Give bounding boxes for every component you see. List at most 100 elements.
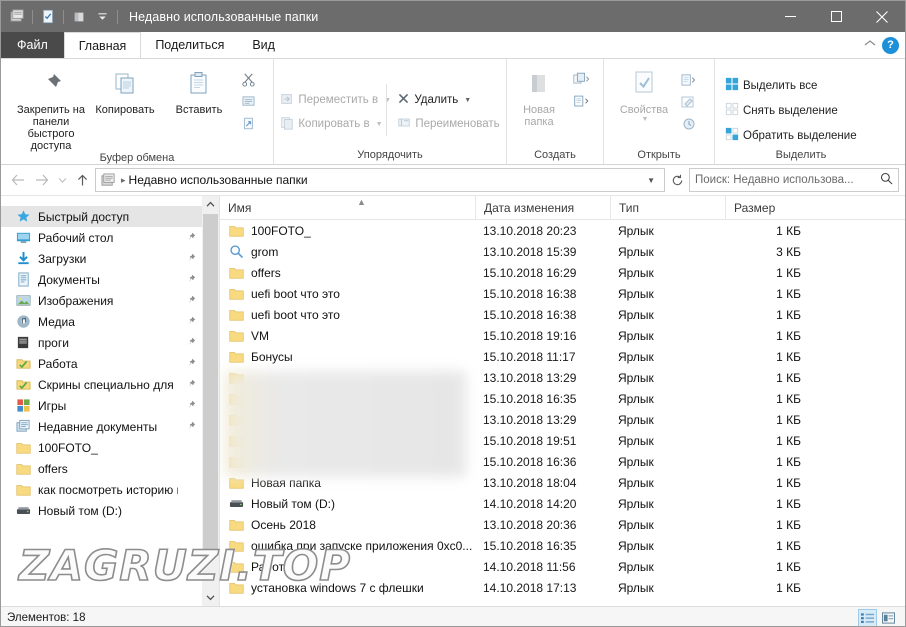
back-button[interactable] [7, 169, 29, 191]
select-none-button[interactable]: Снять выделение [721, 98, 881, 123]
table-row[interactable]: VM 15.10.2018 19:16 Ярлык 1 КБ [220, 325, 905, 346]
pin-icon[interactable] [185, 295, 196, 306]
minimize-icon[interactable] [767, 1, 813, 32]
move-to-button[interactable]: Переместить в ▼ [276, 88, 391, 112]
sidebar-item-10[interactable]: Недавние документы [1, 416, 202, 437]
help-button[interactable]: ? [882, 36, 899, 54]
chevron-down-icon[interactable]: ▼ [376, 121, 383, 128]
sidebar-item-label: Новый том (D:) [38, 503, 122, 518]
pin-icon[interactable] [185, 316, 196, 327]
easy-access-icon[interactable] [565, 91, 597, 112]
maximize-icon[interactable] [813, 1, 859, 32]
column-header-size[interactable]: Размер [725, 196, 815, 219]
sidebar-item-14[interactable]: Новый том (D:) [1, 500, 202, 521]
table-row[interactable]: установка windows 7 с флешки 14.10.2018 1… [220, 577, 905, 598]
sidebar-item-12[interactable]: offers [1, 458, 202, 479]
copy-to-button[interactable]: Копировать в ▼ [276, 112, 386, 136]
forward-button[interactable] [31, 169, 53, 191]
copy-button[interactable]: Копировать [88, 63, 162, 116]
up-button[interactable] [71, 169, 93, 191]
table-row[interactable]: Работа 14.10.2018 11:56 Ярлык 1 КБ [220, 556, 905, 577]
edit-icon[interactable] [673, 91, 703, 112]
invert-selection-button[interactable]: Обратить выделение [721, 123, 881, 148]
breadcrumb-path[interactable]: Недавно использованные папки [129, 173, 641, 187]
chevron-up-icon[interactable] [864, 38, 876, 52]
properties-icon [631, 67, 657, 101]
paste-shortcut-icon[interactable] [236, 113, 260, 134]
table-row[interactable]: uefi boot что это 15.10.2018 16:38 Ярлык 1 … [220, 304, 905, 325]
new-item-icon[interactable] [565, 69, 597, 90]
pin-icon[interactable] [185, 253, 196, 264]
sidebar-item-9[interactable]: Игры [1, 395, 202, 416]
table-row[interactable]: uefi boot что это 15.10.2018 16:38 Ярлык 1 … [220, 283, 905, 304]
column-header-type[interactable]: Тип [610, 196, 725, 219]
sidebar-item-6[interactable]: проги [1, 332, 202, 353]
table-row[interactable]: 100FOTO_ 13.10.2018 20:23 Ярлык 1 КБ [220, 220, 905, 241]
search-box[interactable]: Поиск: Недавно использова... [689, 168, 899, 192]
table-row[interactable]: Новый том (D:) 14.10.2018 14:20 Ярлык 1 КБ [220, 493, 905, 514]
pin-icon[interactable] [185, 400, 196, 411]
folder-icon [15, 440, 31, 456]
explorer-icon[interactable] [6, 7, 28, 27]
sidebar-item-5[interactable]: Медиа [1, 311, 202, 332]
new-folder-button[interactable]: Новая папка [513, 63, 565, 128]
table-row[interactable]: Бонусы 15.10.2018 11:17 Ярлык 1 КБ [220, 346, 905, 367]
cut-icon[interactable] [236, 69, 260, 90]
pin-to-quick-access-button[interactable]: Закрепить на панели быстрого доступа [14, 63, 88, 152]
pin-icon[interactable] [185, 421, 196, 432]
table-row[interactable]: Осень 2018 13.10.2018 20:36 Ярлык 1 КБ [220, 514, 905, 535]
select-all-button[interactable]: Выделить все [721, 73, 881, 98]
pin-icon[interactable] [185, 379, 196, 390]
customize-qat-icon[interactable] [91, 7, 113, 27]
sidebar-item-4[interactable]: Изображения [1, 290, 202, 311]
delete-button[interactable]: Удалить ▼ [393, 88, 503, 112]
scrollbar-thumb[interactable] [203, 214, 218, 554]
close-icon[interactable] [859, 1, 905, 32]
sidebar-item-label: offers [38, 461, 68, 476]
new-folder-icon[interactable] [68, 7, 90, 27]
navigation-scrollbar[interactable] [202, 196, 219, 606]
pin-icon[interactable] [185, 274, 196, 285]
copy-path-icon[interactable] [236, 91, 260, 112]
search-input[interactable]: Поиск: Недавно использова... [695, 174, 880, 186]
scroll-down-icon[interactable] [202, 589, 219, 606]
sidebar-item-0[interactable]: Быстрый доступ [1, 206, 202, 227]
properties-button[interactable]: Свойства ▼ [615, 63, 673, 123]
table-row[interactable]: grom 13.10.2018 15:39 Ярлык 3 КБ [220, 241, 905, 262]
sidebar-item-7[interactable]: Работа [1, 353, 202, 374]
details-view-icon[interactable] [858, 609, 877, 626]
table-row[interactable]: ошибка при запуске приложения 0xc0... 15.… [220, 535, 905, 556]
pin-icon[interactable] [185, 358, 196, 369]
sidebar-item-label: проги [38, 335, 69, 350]
pin-icon[interactable] [185, 337, 196, 348]
tab-file[interactable]: Файл [1, 32, 64, 58]
sidebar-item-2[interactable]: Загрузки [1, 248, 202, 269]
search-icon[interactable] [880, 172, 893, 188]
sidebar-item-13[interactable]: как посмотреть историю на [1, 479, 202, 500]
table-row[interactable]: offers 15.10.2018 16:29 Ярлык 1 КБ [220, 262, 905, 283]
open-icon[interactable] [673, 69, 703, 90]
properties-icon[interactable] [37, 7, 59, 27]
sidebar-item-11[interactable]: 100FOTO_ [1, 437, 202, 458]
tiles-view-icon[interactable] [880, 610, 897, 626]
scroll-up-icon[interactable] [202, 196, 219, 213]
sidebar-item-1[interactable]: Рабочий стол [1, 227, 202, 248]
rename-button[interactable]: Переименовать [393, 112, 503, 136]
tab-home[interactable]: Главная [63, 32, 142, 58]
pin-icon[interactable] [185, 232, 196, 243]
address-input[interactable]: ▸ Недавно использованные папки ▼ [95, 168, 665, 192]
refresh-button[interactable] [667, 174, 687, 187]
recent-locations-button[interactable] [55, 169, 69, 191]
chevron-down-icon[interactable]: ▼ [642, 116, 649, 123]
paste-button[interactable]: Вставить [162, 63, 236, 116]
sidebar-item-3[interactable]: Документы [1, 269, 202, 290]
tab-view[interactable]: Вид [238, 32, 289, 58]
sidebar-item-8[interactable]: Скрины специально для [1, 374, 202, 395]
column-header-name[interactable]: Имя ▲ [220, 196, 475, 219]
tab-share[interactable]: Поделиться [141, 32, 238, 58]
history-icon[interactable] [673, 113, 703, 134]
chevron-down-icon[interactable]: ▼ [464, 97, 471, 104]
address-dropdown-icon[interactable]: ▼ [640, 176, 662, 185]
column-header-date[interactable]: Дата изменения [475, 196, 610, 219]
pictures-icon [15, 293, 31, 309]
